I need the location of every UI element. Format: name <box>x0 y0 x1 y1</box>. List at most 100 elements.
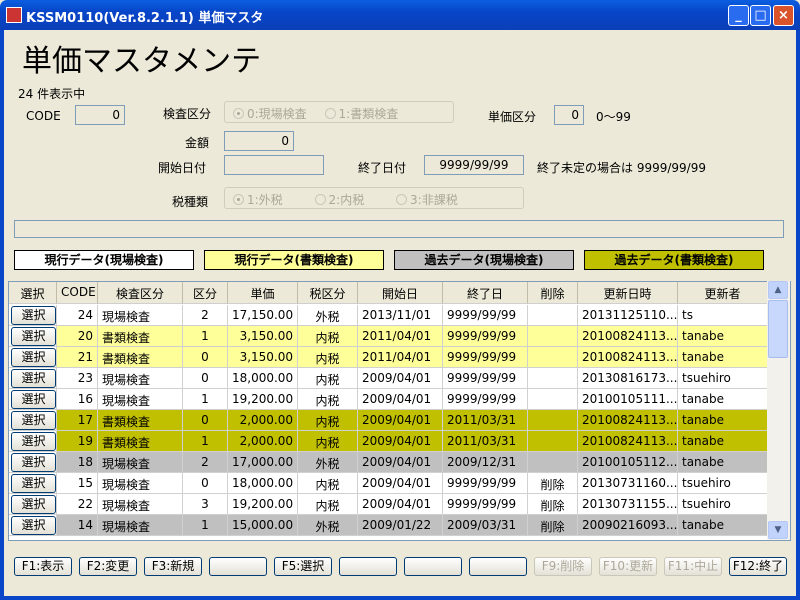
column-header-select[interactable]: 選択 <box>9 282 57 304</box>
cell-updated-at: 20130731155... <box>578 494 678 515</box>
window-frame <box>0 596 800 600</box>
title-bar: KSSM0110(Ver.8.2.1.1) 単価マスタ _ □ × <box>0 0 800 30</box>
cell-kensa-kubun: 現場検査 <box>98 389 183 410</box>
tanka-kubun-range: 0～99 <box>596 110 631 124</box>
cell-kubun: 1 <box>183 431 228 452</box>
select-button[interactable]: 選択 <box>11 327 56 346</box>
tax-radio-1[interactable]: 1:外税 <box>233 193 283 207</box>
kingaku-input[interactable]: 0 <box>224 131 294 151</box>
cell-tax-kubun: 内税 <box>298 347 358 368</box>
cell-start-date: 2009/01/22 <box>358 515 443 536</box>
cell-kensa-kubun: 書類検査 <box>98 431 183 452</box>
cell-tanka: 17,150.00 <box>228 305 298 326</box>
select-button[interactable]: 選択 <box>11 369 56 388</box>
select-button[interactable]: 選択 <box>11 306 56 325</box>
column-header-kubun[interactable]: 区分 <box>183 282 228 304</box>
maximize-button[interactable]: □ <box>750 5 771 26</box>
kensa-radio-1[interactable]: 1:書類検査 <box>324 107 398 121</box>
select-button[interactable]: 選択 <box>11 516 56 535</box>
fkey-button-10[interactable]: F10:更新 <box>599 557 657 576</box>
cell-kubun: 2 <box>183 452 228 473</box>
column-header-start-date[interactable]: 開始日 <box>358 282 443 304</box>
cell-code: 21 <box>57 347 98 368</box>
cell-updated-by: tanabe <box>678 515 768 536</box>
kensa-radio-0[interactable]: 0:現場検査 <box>233 107 307 121</box>
cell-deleted: 削除 <box>528 494 578 515</box>
cell-updated-by: tanabe <box>678 410 768 431</box>
cell-code: 16 <box>57 389 98 410</box>
column-header-updated-at[interactable]: 更新日時 <box>578 282 678 304</box>
cell-updated-at: 20130816173... <box>578 368 678 389</box>
select-button[interactable]: 選択 <box>11 495 56 514</box>
tanka-kubun-input[interactable]: 0 <box>554 105 584 125</box>
cell-deleted <box>528 389 578 410</box>
cell-updated-by: tanabe <box>678 389 768 410</box>
fkey-button-5[interactable]: F5:選択 <box>274 557 332 576</box>
cell-code: 14 <box>57 515 98 536</box>
cell-select: 選択 <box>9 347 57 368</box>
column-header-kensa-kubun[interactable]: 検査区分 <box>98 282 183 304</box>
cell-select: 選択 <box>9 410 57 431</box>
cell-kubun: 3 <box>183 494 228 515</box>
end-date-input[interactable]: 9999/99/99 <box>424 155 524 175</box>
select-button[interactable]: 選択 <box>11 390 56 409</box>
cell-updated-at: 20100105112... <box>578 452 678 473</box>
column-header-updated-by[interactable]: 更新者 <box>678 282 768 304</box>
column-header-tax-kubun[interactable]: 税区分 <box>298 282 358 304</box>
close-button[interactable]: × <box>773 5 794 26</box>
window-title: KSSM0110(Ver.8.2.1.1) 単価マスタ <box>26 11 264 26</box>
select-button[interactable]: 選択 <box>11 348 56 367</box>
cell-end-date: 9999/99/99 <box>443 389 528 410</box>
cell-kubun: 1 <box>183 515 228 536</box>
minimize-button[interactable]: _ <box>728 5 749 26</box>
cell-kubun: 2 <box>183 305 228 326</box>
cell-updated-by: tanabe <box>678 347 768 368</box>
scroll-down-icon[interactable]: ▼ <box>768 521 788 539</box>
cell-tanka: 2,000.00 <box>228 410 298 431</box>
vertical-scrollbar[interactable]: ▲ ▼ <box>767 281 790 540</box>
scroll-up-icon[interactable]: ▲ <box>768 281 788 299</box>
column-header-end-date[interactable]: 終了日 <box>443 282 528 304</box>
cell-updated-at: 20130731160... <box>578 473 678 494</box>
fkey-button-6[interactable] <box>339 557 397 576</box>
cell-code: 18 <box>57 452 98 473</box>
cell-start-date: 2009/04/01 <box>358 452 443 473</box>
cell-kubun: 0 <box>183 410 228 431</box>
fkey-button-11[interactable]: F11:中止 <box>664 557 722 576</box>
scroll-thumb[interactable] <box>768 300 788 358</box>
cell-start-date: 2009/04/01 <box>358 431 443 452</box>
code-input[interactable]: 0 <box>75 105 125 125</box>
cell-kensa-kubun: 書類検査 <box>98 326 183 347</box>
tax-radio-3[interactable]: 3:非課税 <box>396 193 458 207</box>
fkey-button-8[interactable] <box>469 557 527 576</box>
cell-start-date: 2009/04/01 <box>358 494 443 515</box>
cell-tax-kubun: 内税 <box>298 389 358 410</box>
start-date-input[interactable] <box>224 155 324 175</box>
cell-tanka: 3,150.00 <box>228 347 298 368</box>
cell-kensa-kubun: 現場検査 <box>98 368 183 389</box>
cell-tax-kubun: 内税 <box>298 494 358 515</box>
select-button[interactable]: 選択 <box>11 411 56 430</box>
fkey-button-3[interactable]: F3:新規 <box>144 557 202 576</box>
cell-kubun: 1 <box>183 326 228 347</box>
column-header-tanka[interactable]: 単価 <box>228 282 298 304</box>
tax-radio-2[interactable]: 2:内税 <box>314 193 364 207</box>
fkey-button-12[interactable]: F12:終了 <box>729 557 787 576</box>
select-button[interactable]: 選択 <box>11 432 56 451</box>
fkey-button-7[interactable] <box>404 557 462 576</box>
cell-deleted <box>528 305 578 326</box>
table-row: 選択 16 現場検査 1 19,200.00 内税 2009/04/01 9999/99/99… <box>9 389 768 410</box>
column-header-code[interactable]: CODE <box>57 282 98 304</box>
fkey-button-4[interactable] <box>209 557 267 576</box>
cell-deleted <box>528 347 578 368</box>
fkey-button-2[interactable]: F2:変更 <box>79 557 137 576</box>
table-row: 選択 17 書類検査 0 2,000.00 内税 2009/04/01 2011/03/31 2… <box>9 410 768 431</box>
cell-end-date: 2011/03/31 <box>443 431 528 452</box>
select-button[interactable]: 選択 <box>11 474 56 493</box>
table-row: 選択 15 現場検査 0 18,000.00 内税 2009/04/01 9999/99/99… <box>9 473 768 494</box>
fkey-button-1[interactable]: F1:表示 <box>14 557 72 576</box>
cell-tanka: 17,000.00 <box>228 452 298 473</box>
column-header-deleted[interactable]: 削除 <box>528 282 578 304</box>
fkey-button-9[interactable]: F9:削除 <box>534 557 592 576</box>
select-button[interactable]: 選択 <box>11 453 56 472</box>
